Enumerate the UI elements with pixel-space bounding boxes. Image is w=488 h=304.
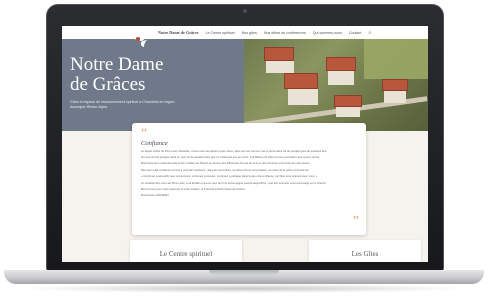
aerial-photo — [244, 39, 428, 131]
hero-title-line1: Notre Dame — [70, 54, 164, 75]
section-title-gites: Les Gîtes — [351, 250, 379, 258]
nav-item-contact[interactable]: Contact — [349, 31, 361, 35]
hero-title-line2: de Grâces — [70, 74, 146, 95]
nav-item-about[interactable]: Qui sommes-nous — [313, 31, 342, 35]
testimonial-paragraph: Dieu leur a fait confiance comme il nous… — [141, 168, 310, 172]
hero-banner: Notre Dame de Grâces Gîtes et espace de … — [62, 39, 428, 131]
testimonial-paragraph: « Continuez à accueillir ceux qui vienne… — [141, 175, 318, 179]
close-quote-icon: ” — [352, 214, 359, 229]
nav-brand-link[interactable]: Notre Dame de Grâces — [158, 30, 199, 35]
testimonial-paragraph: Merci à tous pour votre présence et votr… — [141, 187, 246, 191]
testimonial-paragraph: Le départ subite du Père Louis Teissèdre… — [141, 149, 328, 153]
nav-item-conferences[interactable]: Nos offres de conférences — [264, 31, 306, 35]
section-card-centre[interactable]: Le Centre spirituel — [130, 240, 242, 262]
search-icon[interactable]: ⌕ — [368, 30, 371, 36]
hero-subtitle: Gîtes et espace de ressourcement spiritu… — [70, 100, 175, 109]
testimonial-title: Confiance — [141, 140, 168, 147]
testimonial-paragraph: Je voudrais dire merci au Père Louis, à … — [141, 181, 327, 185]
top-navigation: Notre Dame de Grâces Le Centre spirituel… — [62, 26, 428, 39]
laptop-notch — [209, 270, 279, 275]
camera-icon — [243, 9, 247, 13]
photo-roof — [326, 57, 356, 71]
laptop-base — [4, 270, 484, 284]
open-quote-icon: “ — [141, 126, 148, 141]
testimonial-paragraph: Ils nous ont fait presque partir en paix… — [141, 155, 320, 159]
hero-title: Notre Dame de Grâces — [70, 55, 244, 95]
laptop-screen: Notre Dame de Grâces Le Centre spirituel… — [62, 26, 428, 262]
nav-item-centre[interactable]: Le Centre spirituel — [206, 31, 235, 35]
photo-field — [364, 39, 428, 79]
photo-roof — [264, 47, 294, 61]
photo-roof — [334, 95, 362, 107]
section-card-gites[interactable]: Les Gîtes — [309, 240, 421, 262]
section-title-centre: Le Centre spirituel — [159, 250, 213, 258]
testimonial-card: “ Confiance Le départ subite du Père Lou… — [132, 123, 366, 235]
photo-roof — [382, 79, 408, 91]
laptop-shadow — [18, 284, 470, 293]
dove-logo-icon[interactable] — [132, 27, 156, 49]
testimonial-signature: Dominique LARCADET — [141, 194, 169, 198]
hero-text-panel: Notre Dame de Grâces Gîtes et espace de … — [62, 39, 244, 131]
nav-item-gites[interactable]: Nos gîtes — [242, 31, 257, 35]
photo-roof — [284, 73, 318, 89]
testimonial-paragraph: Mais toute leur entreprise était si bien… — [141, 162, 311, 166]
